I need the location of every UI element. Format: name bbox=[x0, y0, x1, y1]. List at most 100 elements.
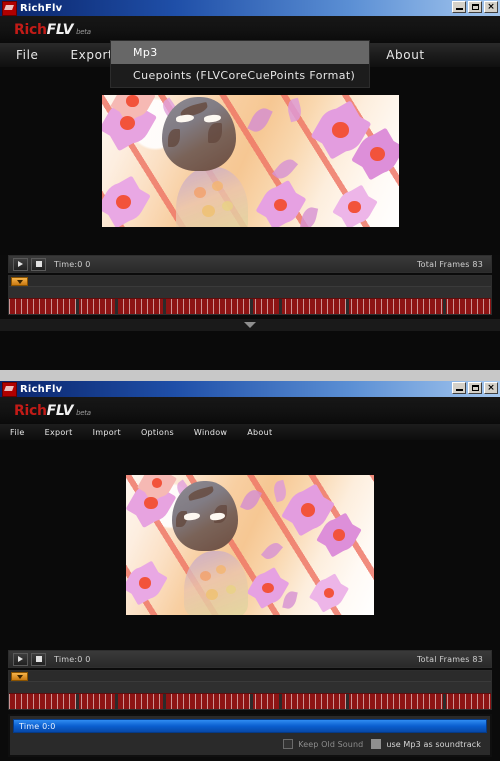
app-logo: RichFLV beta bbox=[14, 403, 91, 419]
keep-old-sound-checkbox[interactable] bbox=[283, 739, 294, 749]
playhead-handle[interactable] bbox=[11, 277, 28, 286]
close-button[interactable]: × bbox=[484, 1, 498, 13]
blossom-core bbox=[273, 198, 288, 212]
logo-beta: beta bbox=[76, 27, 91, 36]
stop-button[interactable] bbox=[31, 257, 46, 271]
option-keep-old-sound[interactable]: Keep Old Sound bbox=[283, 739, 363, 749]
blossom-6 bbox=[128, 567, 162, 599]
time-label: Time:0 0 bbox=[54, 654, 91, 664]
timeline-top[interactable] bbox=[8, 275, 492, 315]
blossom-core bbox=[323, 587, 335, 599]
stop-button[interactable] bbox=[31, 652, 46, 666]
total-frames-label: Total Frames 83 bbox=[416, 654, 483, 664]
video-stage-bottom bbox=[0, 440, 500, 650]
richflv-window-bottom[interactable]: RichFlv × RichFLV beta File Export Import… bbox=[0, 381, 500, 761]
timeline-bottom[interactable] bbox=[8, 670, 492, 710]
video-preview-bottom[interactable] bbox=[126, 475, 374, 615]
logo-bar: RichFLV beta bbox=[0, 16, 500, 43]
video-preview-top[interactable] bbox=[101, 95, 399, 227]
blossom-2 bbox=[115, 95, 150, 117]
app-body-top: RichFLVbeta File Export Import Options W… bbox=[0, 16, 500, 331]
stop-icon bbox=[35, 261, 42, 267]
play-button[interactable] bbox=[13, 257, 28, 271]
stop-icon bbox=[35, 656, 42, 662]
menu-file[interactable]: File bbox=[0, 43, 54, 67]
kimono-floral-3 bbox=[206, 589, 218, 600]
close-button[interactable]: × bbox=[484, 382, 498, 394]
option-use-mp3-soundtrack[interactable]: use Mp3 as soundtrack bbox=[371, 739, 481, 749]
logo-flv: FLV bbox=[46, 21, 74, 38]
import-dropdown-menu[interactable]: Mp3 Cuepoints (FLVCoreCuePoints Format) bbox=[110, 40, 370, 88]
menu-options[interactable]: Options bbox=[131, 424, 184, 440]
frame-cut-marker bbox=[278, 694, 282, 709]
transport-bar-top[interactable]: Time:0 0 Total Frames 83 bbox=[8, 255, 492, 273]
kimono-floral-1 bbox=[200, 571, 211, 581]
menu-import[interactable]: Import bbox=[83, 424, 131, 440]
playhead-handle[interactable] bbox=[11, 672, 28, 681]
minimize-button[interactable] bbox=[452, 382, 466, 394]
time-label: Time:0 0 bbox=[54, 259, 91, 269]
frame-cut-marker bbox=[346, 299, 350, 314]
blossom-3 bbox=[288, 491, 328, 529]
menu-about[interactable]: About bbox=[370, 43, 440, 67]
blossom-core bbox=[370, 147, 385, 161]
blossom-core bbox=[151, 477, 163, 489]
blossom-core bbox=[116, 195, 131, 209]
blossom-core bbox=[348, 201, 361, 213]
menu-item-mp3[interactable]: Mp3 bbox=[111, 41, 369, 64]
frame-strip[interactable] bbox=[9, 693, 491, 709]
window-title: RichFlv bbox=[20, 383, 63, 395]
minimize-button[interactable] bbox=[452, 1, 466, 13]
frame-cut-marker bbox=[163, 694, 167, 709]
blossom-core bbox=[262, 582, 274, 594]
blossom-6 bbox=[103, 183, 144, 221]
blossom-5 bbox=[252, 573, 284, 603]
blossom-5 bbox=[261, 187, 300, 223]
menu-export[interactable]: Export bbox=[35, 424, 83, 440]
window-controls[interactable]: × bbox=[452, 1, 498, 13]
menubar-bottom[interactable]: File Export Import Options Window About bbox=[0, 424, 500, 440]
use-mp3-soundtrack-checkbox[interactable] bbox=[371, 739, 382, 749]
titlebar[interactable]: RichFlv × bbox=[0, 381, 500, 397]
logo-rich: Rich bbox=[14, 21, 47, 38]
blossom-core bbox=[332, 122, 349, 138]
menu-about[interactable]: About bbox=[237, 424, 282, 440]
import-progress-bar: Time 0:0 bbox=[13, 719, 487, 733]
frame-cut-marker bbox=[346, 694, 350, 709]
app-body-bottom: RichFLV beta File Export Import Options W… bbox=[0, 397, 500, 761]
menu-window[interactable]: Window bbox=[184, 424, 237, 440]
frame-cut-marker bbox=[442, 299, 446, 314]
menu-file[interactable]: File bbox=[0, 424, 35, 440]
keep-old-sound-label: Keep Old Sound bbox=[298, 739, 364, 749]
frame-cut-marker bbox=[76, 694, 80, 709]
frame-strip[interactable] bbox=[9, 298, 491, 314]
mp3-import-panel[interactable]: Time 0:0 Keep Old Sound use Mp3 as sound… bbox=[8, 714, 492, 757]
frame-cut-marker bbox=[76, 299, 80, 314]
richflv-window-top[interactable]: RichFlv × RichFLVbeta File Export Import… bbox=[0, 0, 500, 370]
video-stage-top bbox=[0, 67, 500, 255]
collapse-panel-button-top[interactable] bbox=[0, 319, 500, 331]
frame-cut-marker bbox=[115, 299, 119, 314]
progress-label: Time 0:0 bbox=[19, 721, 56, 731]
blossom-3 bbox=[317, 109, 364, 151]
blossom-2 bbox=[142, 475, 172, 497]
blossom-core bbox=[144, 496, 158, 510]
sound-options-row[interactable]: Keep Old Sound use Mp3 as soundtrack bbox=[13, 736, 487, 752]
play-button[interactable] bbox=[13, 652, 28, 666]
blossom-4 bbox=[357, 135, 398, 173]
transport-bar-bottom[interactable]: Time:0 0 Total Frames 83 bbox=[8, 650, 492, 668]
character-body bbox=[184, 551, 248, 615]
app-icon bbox=[2, 381, 17, 397]
window-controls[interactable]: × bbox=[452, 382, 498, 394]
titlebar[interactable]: RichFlv × bbox=[0, 0, 500, 16]
blossom-core bbox=[300, 503, 316, 517]
frame-cut-marker bbox=[115, 694, 119, 709]
logo-rich: Rich bbox=[14, 402, 47, 419]
logo-beta: beta bbox=[76, 408, 91, 417]
desktop-background bbox=[0, 370, 500, 381]
kimono-floral-3 bbox=[201, 205, 215, 217]
maximize-button[interactable] bbox=[468, 382, 482, 394]
blossom-core bbox=[126, 95, 139, 107]
menu-item-cuepoints[interactable]: Cuepoints (FLVCoreCuePoints Format) bbox=[111, 64, 369, 87]
maximize-button[interactable] bbox=[468, 1, 482, 13]
